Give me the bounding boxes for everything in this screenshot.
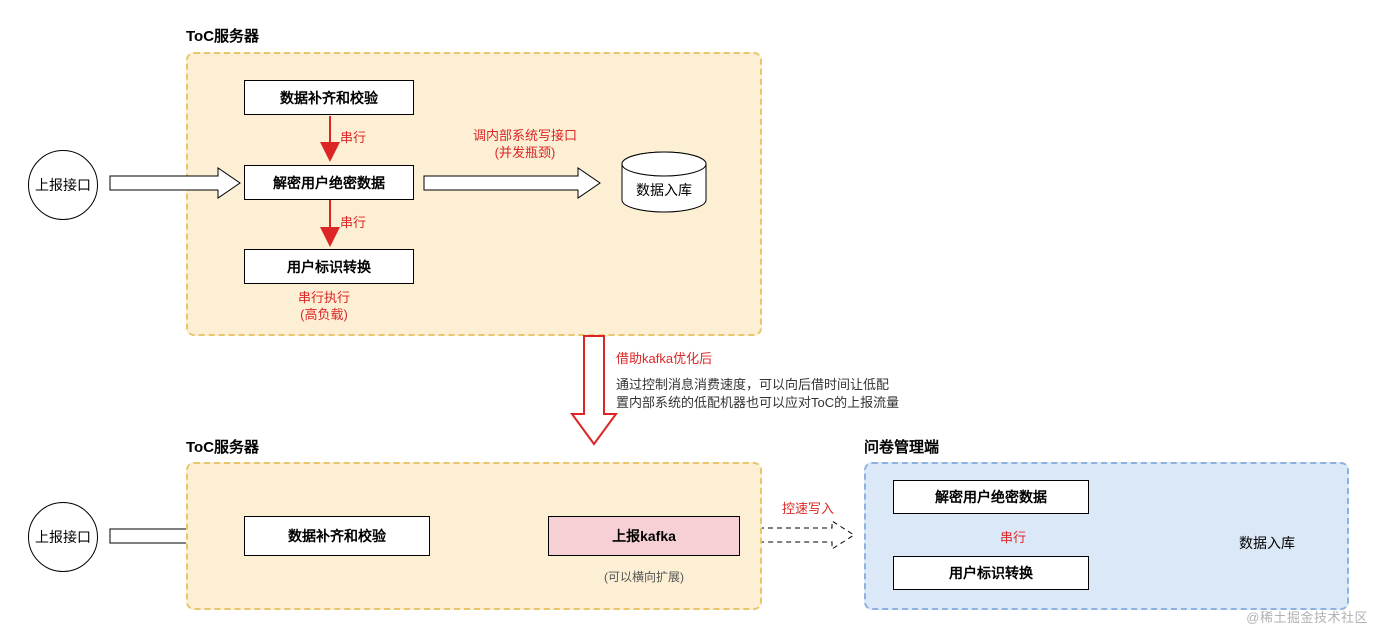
middle-title: 借助kafka优化后 <box>616 348 712 367</box>
bottom-decrypt: 解密用户绝密数据 <box>893 480 1089 514</box>
top-db-label: 数据入库 <box>636 180 692 200</box>
top-serial-note: 串行执行 (高负载) <box>298 290 350 324</box>
bottom-api-circle: 上报接口 <box>28 502 98 572</box>
bottom-api-label: 上报接口 <box>35 527 91 547</box>
arrow-middle-kafka <box>572 336 616 444</box>
top-serial2-label: 串行 <box>340 212 366 231</box>
top-api-label: 上报接口 <box>35 175 91 195</box>
top-step1: 数据补齐和校验 <box>244 80 414 115</box>
bottom-convert-label: 用户标识转换 <box>949 563 1033 583</box>
bottom-step1-label: 数据补齐和校验 <box>288 526 386 546</box>
top-step3-label: 用户标识转换 <box>287 257 371 277</box>
bottom-step1: 数据补齐和校验 <box>244 516 430 556</box>
bottom-serial-label: 串行 <box>1000 527 1026 546</box>
top-api-note: 调内部系统写接口 (并发瓶颈) <box>473 128 577 162</box>
bottom-convert: 用户标识转换 <box>893 556 1089 590</box>
top-serial1-label: 串行 <box>340 127 366 146</box>
arrow-kafka-to-admin <box>750 521 854 549</box>
throttle-label: 控速写入 <box>782 498 834 517</box>
bottom-db-label: 数据入库 <box>1239 533 1295 553</box>
middle-desc: 通过控制消息消费速度，可以向后借时间让低配 置内部系统的低配机器也可以应对ToC… <box>616 376 899 412</box>
bottom-decrypt-label: 解密用户绝密数据 <box>935 487 1047 507</box>
kafka-note: (可以横向扩展) <box>604 568 684 585</box>
bottom-server-title: ToC服务器 <box>186 436 259 457</box>
top-step1-label: 数据补齐和校验 <box>280 88 378 108</box>
top-api-circle: 上报接口 <box>28 150 98 220</box>
kafka-box: 上报kafka <box>548 516 740 556</box>
top-step2-label: 解密用户绝密数据 <box>273 173 385 193</box>
kafka-label: 上报kafka <box>612 526 676 546</box>
top-server-title: ToC服务器 <box>186 25 259 46</box>
admin-title: 问卷管理端 <box>864 436 939 457</box>
watermark: @稀土掘金技术社区 <box>1246 607 1368 626</box>
top-step3: 用户标识转换 <box>244 249 414 284</box>
top-step2: 解密用户绝密数据 <box>244 165 414 200</box>
